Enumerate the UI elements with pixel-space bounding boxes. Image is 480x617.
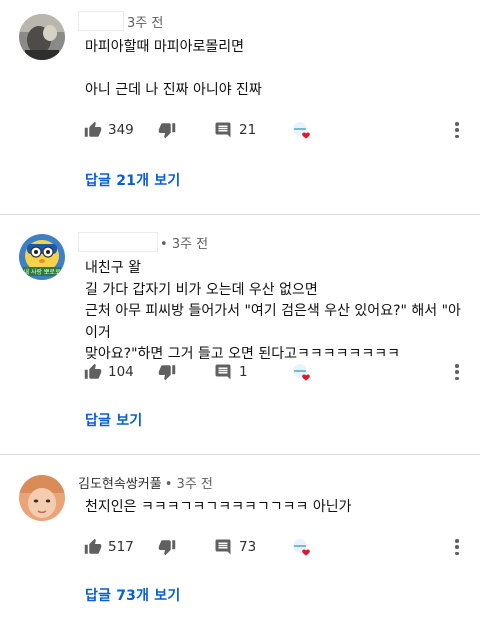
divider (0, 454, 480, 455)
comment-time-value: 3주 전 (171, 236, 209, 252)
dislike-button[interactable] (158, 360, 176, 384)
thumbs-up-icon (84, 121, 102, 137)
like-count: 104 (108, 364, 134, 380)
avatar[interactable] (19, 475, 65, 521)
comment-line: 근처 아무 피씨방 들어가서 "여기 검은색 우산 있어요?" 해서 "아 이거 (85, 303, 466, 341)
thumbs-down-icon (158, 123, 176, 139)
author-name[interactable]: 김도현속쌍커풀 (78, 473, 162, 492)
reply-count: 73 (239, 539, 257, 555)
comment-time-value: 3주 전 (176, 476, 213, 492)
avatar[interactable] (19, 14, 65, 60)
comment-line: 천지인은 ㅋㅋㅋㄱㅋㄱㅋㅋㅋㄱㄱㅋㅋ 아닌가 (85, 499, 352, 515)
reply-button[interactable]: 21 (214, 118, 256, 142)
author-name-redacted[interactable] (78, 11, 124, 31)
reply-button[interactable]: 73 (214, 535, 256, 559)
dislike-button[interactable] (158, 535, 176, 559)
avatar[interactable]: 내 사랑 뽀로로 (19, 234, 65, 280)
reply-button[interactable]: 1 (214, 360, 248, 384)
creator-heart-icon (290, 362, 312, 384)
comment-line: 아니 근데 나 진짜 아니야 진짜 (85, 82, 262, 98)
comment-line: 내친구 왈 (85, 260, 141, 276)
thumbs-up-icon (84, 363, 102, 379)
comment-text: 내친구 왈 길 가다 갑자기 비가 오는데 우산 없으면 근처 아무 피씨방 들… (85, 258, 466, 366)
view-replies-link[interactable]: 답글 21개 보기 (85, 170, 180, 190)
thumbs-down-icon (158, 540, 176, 556)
comment-time: • 3주 전 (164, 476, 213, 492)
dislike-button[interactable] (158, 118, 176, 142)
comment-line: 마피아할때 마피아로몰리면 (85, 39, 245, 55)
more-vert-icon[interactable] (448, 362, 466, 382)
reply-count: 21 (239, 122, 257, 138)
like-button[interactable]: 349 (84, 118, 134, 142)
thumbs-up-icon (84, 538, 102, 554)
reply-count: 1 (239, 364, 248, 380)
comment-text: 천지인은 ㅋㅋㅋㄱㅋㄱㅋㅋㅋㄱㄱㅋㅋ 아닌가 (85, 497, 466, 519)
comment-meta: • 3주 전 (78, 231, 208, 253)
comment-time: 3주 전 (127, 15, 164, 31)
like-count: 517 (108, 539, 134, 555)
comment-line: 길 가다 갑자기 비가 오는데 우산 없으면 (85, 281, 318, 298)
creator-heart-icon (290, 120, 312, 142)
comment-line (85, 59, 466, 81)
comment-icon (215, 539, 231, 555)
divider (0, 214, 480, 215)
view-replies-link[interactable]: 답글 보기 (85, 410, 142, 430)
comment-actions: 104 1 (0, 360, 480, 384)
comment-meta: 김도현속쌍커풀 • 3주 전 (78, 471, 213, 493)
comment-icon (215, 364, 231, 380)
comment-text: 마피아할때 마피아로몰리면 아니 근데 나 진짜 아니야 진짜 (85, 37, 466, 102)
comment-actions: 349 21 (0, 118, 480, 142)
avatar-badge: 내 사랑 뽀로로 (24, 268, 61, 276)
creator-heart-icon (290, 537, 312, 559)
comment-icon (215, 122, 231, 138)
thumbs-down-icon (158, 365, 176, 381)
like-button[interactable]: 517 (84, 535, 134, 559)
like-button[interactable]: 104 (84, 360, 134, 384)
comment-meta: 3주 전 (78, 10, 163, 32)
author-name-redacted[interactable] (78, 232, 158, 252)
more-vert-icon[interactable] (448, 120, 466, 140)
comment-actions: 517 73 (0, 535, 480, 559)
view-replies-link[interactable]: 답글 73개 보기 (85, 585, 180, 605)
like-count: 349 (108, 122, 134, 138)
comment-time: • 3주 전 (160, 236, 209, 252)
more-vert-icon[interactable] (448, 537, 466, 557)
